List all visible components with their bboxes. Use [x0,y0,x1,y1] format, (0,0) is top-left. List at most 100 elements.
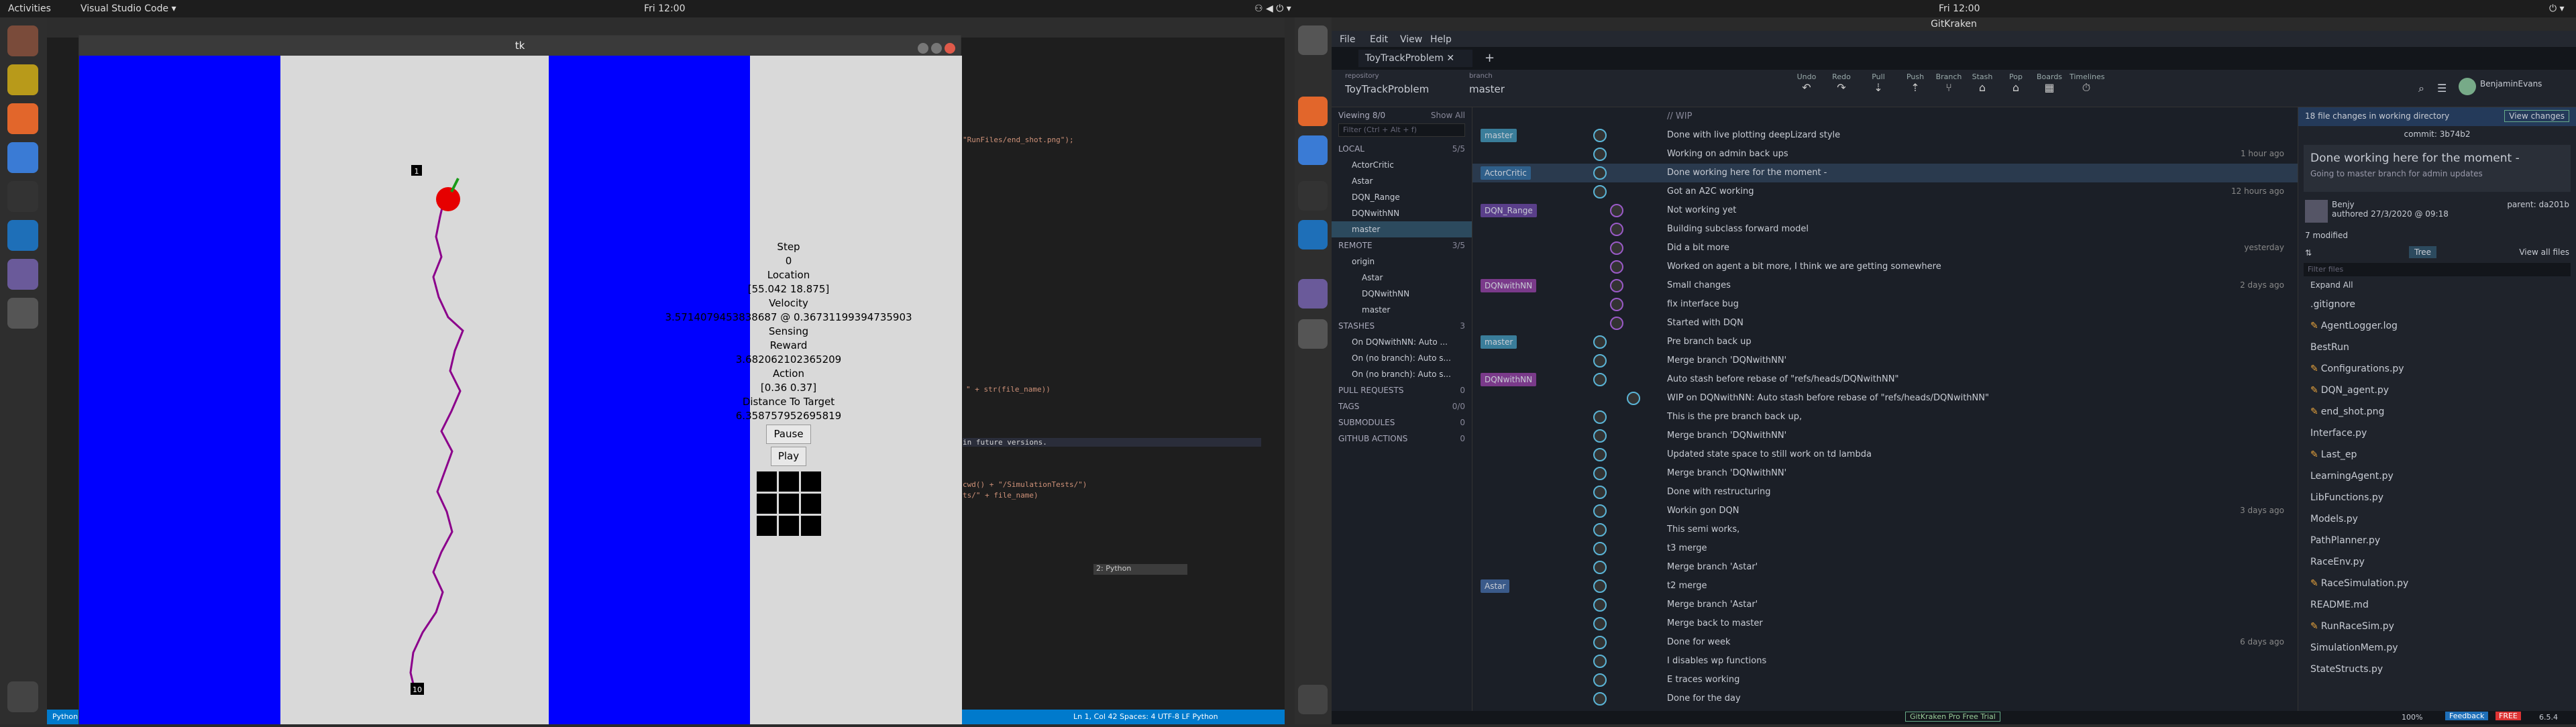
commit-node[interactable] [1627,392,1640,405]
commit-node[interactable] [1593,692,1607,706]
file-item[interactable]: SimulationMem.py [2298,637,2576,659]
terminal-icon[interactable] [7,181,38,212]
file-item[interactable]: LibFunctions.py [2298,487,2576,508]
commit-row[interactable]: Working on admin back ups 1 hour ago [1472,145,2298,164]
camera-icon[interactable] [1298,319,1328,349]
commit-node[interactable] [1610,223,1623,236]
branch-badge[interactable]: master [1481,129,1517,142]
commit-node[interactable] [1593,673,1607,687]
pull-requests-section[interactable]: PULL REQUESTS 0 [1332,382,1472,398]
file-item[interactable]: ✎ Configurations.py [2298,358,2576,380]
commit-row[interactable]: Workin gon DQN 3 days ago [1472,502,2298,520]
close-icon[interactable] [945,43,955,54]
commit-node[interactable] [1593,429,1607,443]
files-icon[interactable] [1298,25,1328,55]
commit-row[interactable]: Got an A2C working 12 hours ago [1472,182,2298,201]
remote-origin[interactable]: origin [1332,254,1472,270]
maximize-icon[interactable] [931,43,942,54]
commit-row[interactable]: DQNwithNN Auto stash before rebase of "re… [1472,370,2298,389]
view-all-files-checkbox[interactable]: View all files [2519,247,2569,257]
terminal-select[interactable]: 2: Python [1093,564,1187,575]
chrome-icon[interactable] [7,142,38,173]
commit-node[interactable] [1593,523,1607,537]
file-item[interactable]: StateStructs.py [2298,659,2576,680]
stash-item[interactable]: On (no branch): Auto s... [1332,350,1472,366]
commit-node[interactable] [1593,354,1607,368]
branch-select[interactable]: master [1469,83,1505,95]
commit-node[interactable] [1593,148,1607,161]
commit-row[interactable]: WIP on DQNwithNN: Auto stash before reba… [1472,389,2298,408]
system-tray[interactable]: ⚇ ◀ ⏻ ▾ [1254,3,1291,14]
commit-row[interactable]: Merge branch 'DQNwithNN' [1472,464,2298,483]
file-item[interactable]: Models.py [2298,508,2576,530]
branch-item-current[interactable]: master [1332,221,1472,237]
commit-row[interactable]: DQN_Range Not working yet [1472,201,2298,220]
commit-row[interactable]: Did a bit more yesterday [1472,239,2298,258]
zoom-level[interactable]: 100% [2402,713,2422,722]
avatar[interactable] [2459,78,2476,95]
commit-node[interactable] [1593,448,1607,461]
boards-button[interactable]: Boards ▦ [2033,72,2066,94]
commit-row[interactable]: I disables wp functions [1472,652,2298,671]
branch-badge[interactable]: master [1481,335,1517,349]
app-menu[interactable]: Visual Studio Code ▾ [80,3,176,14]
pull-button[interactable]: Pull ⇣ [1862,72,1895,94]
close-tab-icon[interactable]: ✕ [1446,53,1454,64]
file-item[interactable]: BestRun [2298,337,2576,358]
gitkraken-icon[interactable] [7,259,38,290]
stash-item[interactable]: On DQNwithNN: Auto ... [1332,334,1472,350]
commit-node[interactable] [1610,279,1623,292]
undo-button[interactable]: Undo ↶ [1790,72,1823,94]
commit-row[interactable]: master Done with live plotting deepLizard… [1472,126,2298,145]
software-center-icon[interactable] [7,103,38,134]
camera-icon[interactable] [7,298,38,329]
branch-badge[interactable]: DQNwithNN [1481,373,1537,386]
branch-badge[interactable]: ActorCritic [1481,166,1531,180]
play-button[interactable]: Play [770,447,807,466]
submodules-section[interactable]: SUBMODULES 0 [1332,414,1472,431]
remote-branch-item[interactable]: master [1332,302,1472,318]
commit-row[interactable]: master Pre branch back up [1472,333,2298,351]
file-item[interactable]: LearningAgent.py [2298,465,2576,487]
pause-button[interactable]: Pause [766,425,811,444]
menu-icon[interactable]: ☰ [2437,82,2447,95]
commit-node[interactable] [1593,467,1607,480]
remote-branch-item[interactable]: DQNwithNN [1332,286,1472,302]
wip-row[interactable]: // WIP [1472,107,2298,126]
terminal-icon[interactable] [1298,181,1328,211]
new-tab-icon[interactable]: + [1485,51,1495,65]
commit-row[interactable]: fix interface bug [1472,295,2298,314]
commit-row[interactable]: Done for week 6 days ago [1472,633,2298,652]
menu-edit[interactable]: Edit [1370,34,1388,45]
branch-badge[interactable]: DQNwithNN [1481,279,1537,292]
commit-row[interactable]: Started with DQN [1472,314,2298,333]
commit-node[interactable] [1593,579,1607,593]
branch-item[interactable]: DQNwithNN [1332,205,1472,221]
commit-row[interactable]: Worked on agent a bit more, I think we a… [1472,258,2298,276]
view-changes-button[interactable]: View changes [2504,110,2569,122]
branch-item[interactable]: Astar [1332,173,1472,189]
commit-node[interactable] [1593,410,1607,424]
commit-node[interactable] [1593,129,1607,142]
search-icon[interactable]: ⌕ [2418,82,2424,95]
local-section[interactable]: LOCAL 5/5 [1332,141,1472,157]
menu-file[interactable]: File [1340,34,1355,45]
commit-node[interactable] [1593,166,1607,180]
vscode-icon[interactable] [7,220,38,251]
commit-node[interactable] [1593,542,1607,555]
branch-button[interactable]: Branch ⑂ [1932,72,1966,94]
commit-row[interactable]: DQNwithNN Small changes 2 days ago [1472,276,2298,295]
redo-button[interactable]: Redo ↷ [1825,72,1858,94]
commit-row[interactable]: E traces working [1472,671,2298,689]
file-filter-input[interactable]: Filter files [2304,263,2571,276]
commit-node[interactable] [1610,241,1623,255]
status-right[interactable]: Ln 1, Col 42 Spaces: 4 UTF-8 LF Python [1073,712,1218,721]
software-center-icon[interactable] [1298,97,1328,126]
file-item[interactable]: RaceEnv.py [2298,551,2576,573]
branch-item[interactable]: ActorCritic [1332,157,1472,173]
file-item[interactable]: ✎ RaceSimulation.py [2298,573,2576,594]
tree-toggle[interactable]: Tree [2409,246,2437,258]
commit-row[interactable]: ActorCritic Done working here for the mom… [1472,164,2298,182]
commit-row[interactable]: Merge branch 'Astar' [1472,558,2298,577]
branch-item[interactable]: DQN_Range [1332,189,1472,205]
